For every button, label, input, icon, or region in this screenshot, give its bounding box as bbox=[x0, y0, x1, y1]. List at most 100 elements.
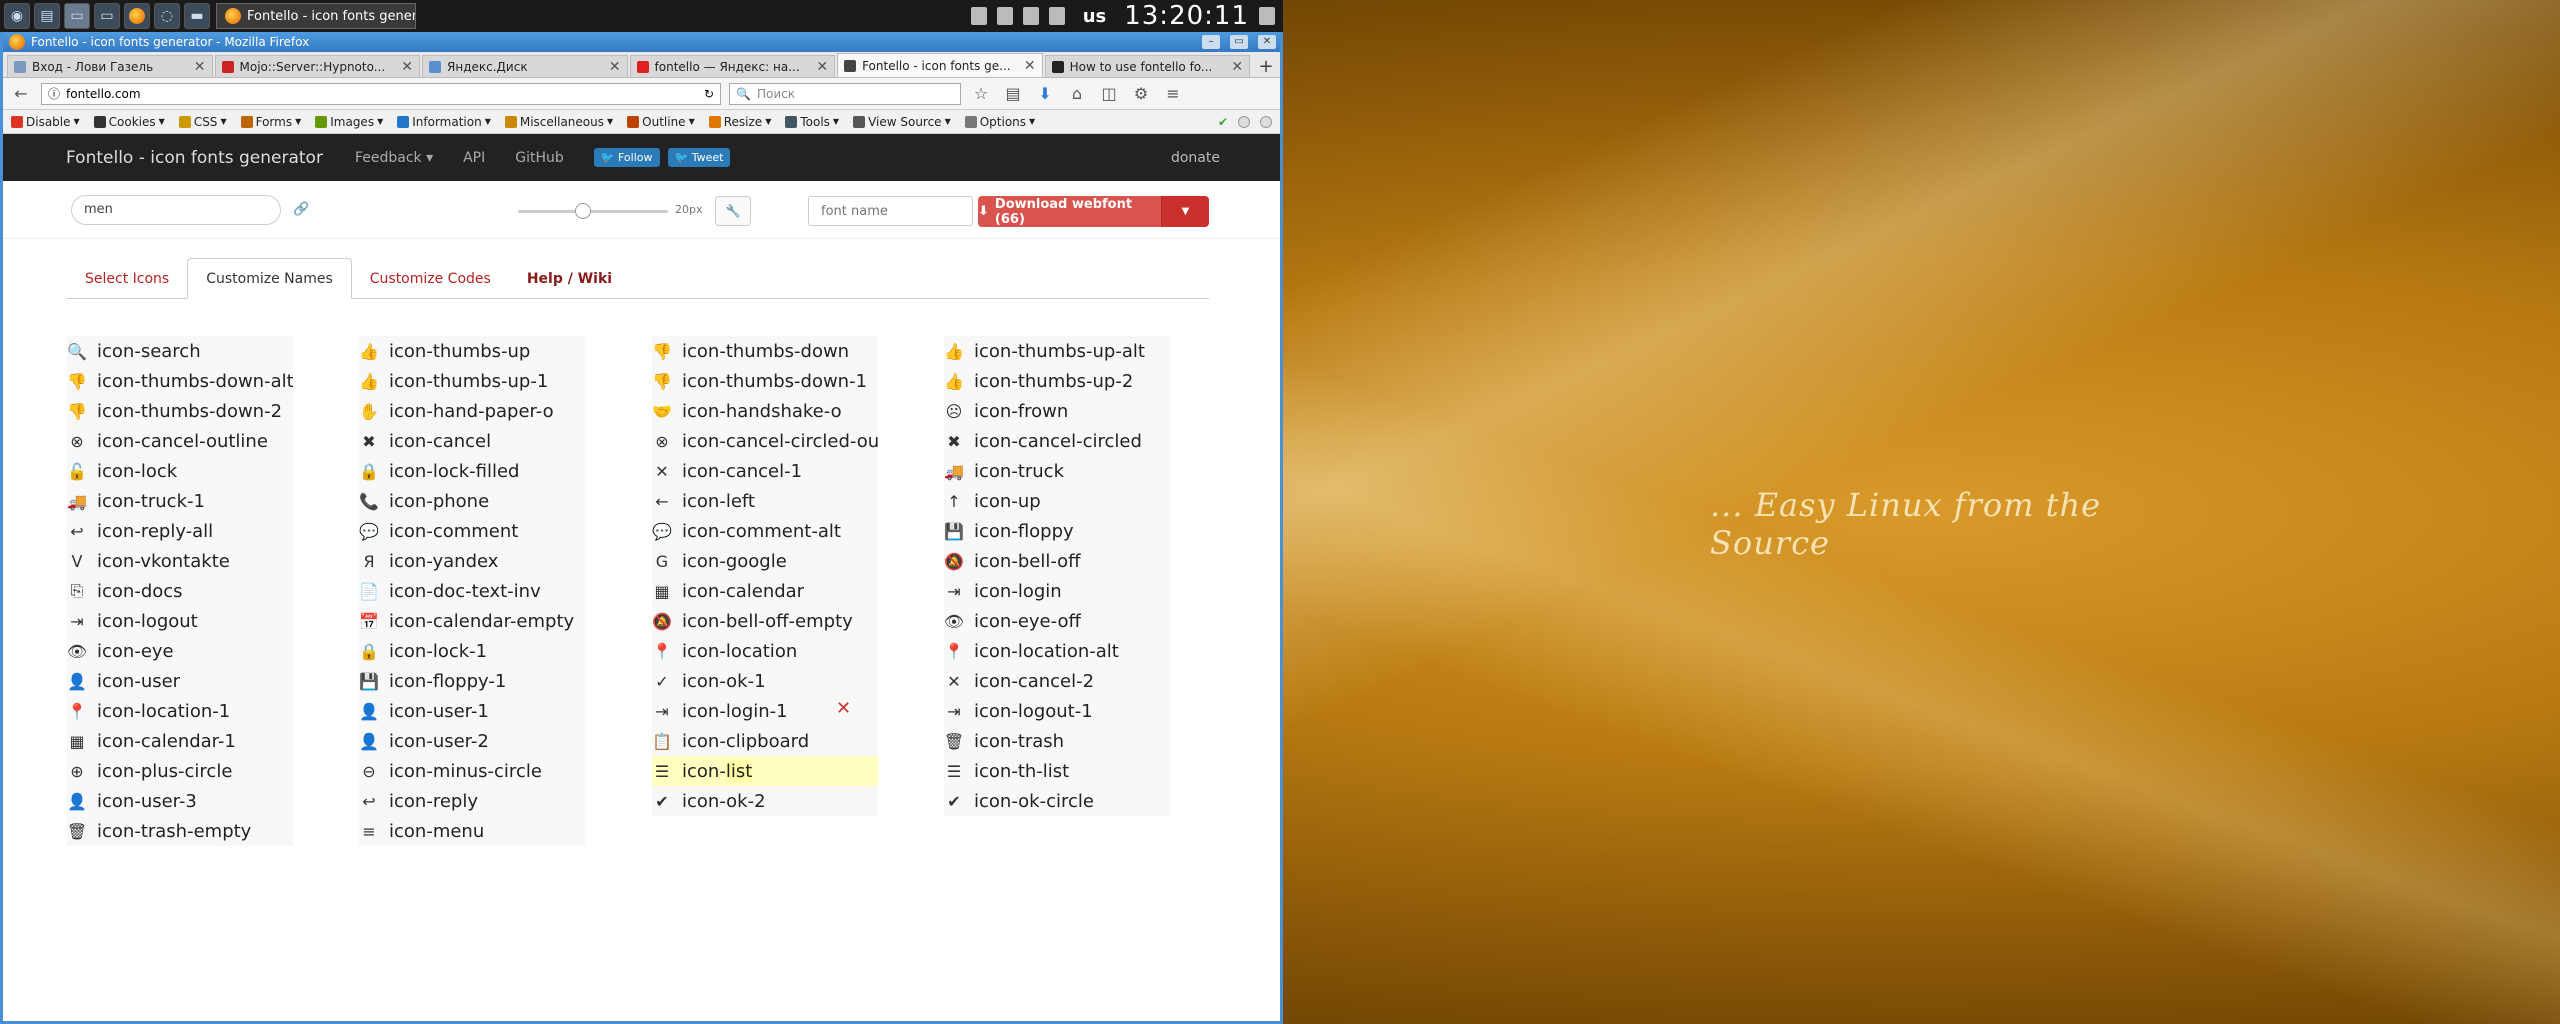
back-icon[interactable]: ← bbox=[9, 82, 33, 106]
addon-menu-disable[interactable]: Disable ▼ bbox=[11, 115, 80, 129]
new-tab-button[interactable]: + bbox=[1252, 55, 1280, 77]
icon-name-row[interactable]: 📅 icon-calendar-empty bbox=[359, 606, 585, 636]
size-slider[interactable] bbox=[518, 203, 668, 219]
icon-name-row[interactable]: ⊗ icon-cancel-circled-ou bbox=[652, 426, 878, 456]
icon-name-field[interactable]: icon-comment-alt bbox=[682, 521, 841, 542]
remove-icon-button[interactable]: ✕ bbox=[836, 698, 851, 719]
icon-name-row[interactable]: ✕ icon-cancel-1 bbox=[652, 456, 878, 486]
icon-name-row[interactable]: ✕ icon-cancel-2 bbox=[944, 666, 1170, 696]
icon-name-row[interactable]: ⊖ icon-minus-circle bbox=[359, 756, 585, 786]
file-manager-icon[interactable]: ▤ bbox=[34, 3, 60, 29]
icon-name-field[interactable]: icon-location-alt bbox=[974, 641, 1119, 662]
icon-name-row[interactable]: 💾 icon-floppy-1 bbox=[359, 666, 585, 696]
nav-api-link[interactable]: API bbox=[463, 150, 485, 166]
icon-name-row[interactable]: 👍 icon-thumbs-up-alt bbox=[944, 336, 1170, 366]
icon-name-field[interactable]: icon-trash-empty bbox=[97, 821, 251, 842]
icon-name-field[interactable]: icon-reply-all bbox=[97, 521, 213, 542]
icon-name-field[interactable]: icon-doc-text-inv bbox=[389, 581, 541, 602]
icon-name-field[interactable]: icon-vkontakte bbox=[97, 551, 230, 572]
addon-menu-forms[interactable]: Forms ▼ bbox=[240, 115, 301, 129]
addon-menu-tools[interactable]: Tools ▼ bbox=[785, 115, 839, 129]
icon-name-row[interactable]: ✔ icon-ok-circle bbox=[944, 786, 1170, 816]
icon-name-field[interactable]: icon-thumbs-down-2 bbox=[97, 401, 282, 422]
settings-wrench-button[interactable]: 🔧 bbox=[715, 196, 751, 226]
icon-name-field[interactable]: icon-thumbs-down-1 bbox=[682, 371, 867, 392]
icon-name-field[interactable]: icon-hand-paper-o bbox=[389, 401, 554, 422]
clipboard-icon[interactable] bbox=[1048, 7, 1065, 25]
icon-name-row[interactable]: ↑ icon-up bbox=[944, 486, 1170, 516]
icon-name-field[interactable]: icon-thumbs-up-2 bbox=[974, 371, 1133, 392]
icon-name-field[interactable]: icon-cancel bbox=[389, 431, 491, 452]
close-tab-icon[interactable]: ✕ bbox=[1231, 59, 1243, 75]
browser-tab[interactable]: Mojo::Server::Hypnoto... ✕ bbox=[214, 55, 421, 77]
icon-name-field[interactable]: icon-floppy bbox=[974, 521, 1074, 542]
icon-name-row[interactable]: 🔕 icon-bell-off bbox=[944, 546, 1170, 576]
workspace-1-button[interactable]: ▭ bbox=[64, 3, 90, 29]
workspace-2-button[interactable]: ▭ bbox=[94, 3, 120, 29]
icon-name-row[interactable]: 👎 icon-thumbs-down-1 bbox=[652, 366, 878, 396]
icon-name-field[interactable]: icon-plus-circle bbox=[97, 761, 232, 782]
browser-tab[interactable]: fontello — Яндекс: на... ✕ bbox=[629, 55, 836, 77]
icon-name-field[interactable]: icon-cancel-1 bbox=[682, 461, 802, 482]
close-window-button[interactable]: ✕ bbox=[1258, 35, 1276, 49]
icon-name-row[interactable]: 👎 icon-thumbs-down-alt bbox=[67, 366, 293, 396]
icon-name-field[interactable]: icon-calendar-empty bbox=[389, 611, 574, 632]
clock[interactable]: 13:20:11 bbox=[1124, 1, 1249, 31]
icon-name-field[interactable]: icon-user-2 bbox=[389, 731, 489, 752]
icon-name-field[interactable]: icon-cancel-outline bbox=[97, 431, 268, 452]
icon-name-field[interactable]: icon-thumbs-up-alt bbox=[974, 341, 1145, 362]
icon-name-row[interactable]: ← icon-left bbox=[652, 486, 878, 516]
icon-name-row[interactable]: ⊗ icon-cancel-outline bbox=[67, 426, 293, 456]
network-icon[interactable] bbox=[1022, 7, 1039, 25]
icon-name-field[interactable]: icon-trash bbox=[974, 731, 1064, 752]
url-bar[interactable]: ⓘ fontello.com ↻ bbox=[41, 82, 721, 105]
icon-name-row[interactable]: ☰ icon-list bbox=[652, 756, 878, 786]
icon-name-row[interactable]: ☰ icon-th-list bbox=[944, 756, 1170, 786]
status-dot-icon[interactable] bbox=[1260, 115, 1272, 128]
pocket-icon[interactable]: ◫ bbox=[1097, 82, 1121, 106]
icon-name-field[interactable]: icon-truck bbox=[974, 461, 1064, 482]
icon-name-field[interactable]: icon-thumbs-down-alt bbox=[97, 371, 293, 392]
icon-name-row[interactable]: Gicon-google bbox=[652, 546, 878, 576]
icon-name-row[interactable]: 🔒 icon-lock-filled bbox=[359, 456, 585, 486]
icon-name-row[interactable]: 🗑 icon-trash bbox=[944, 726, 1170, 756]
icon-name-field[interactable]: icon-calendar-1 bbox=[97, 731, 236, 752]
icon-name-field[interactable]: icon-lock-filled bbox=[389, 461, 519, 482]
icon-name-row[interactable]: 👎 icon-thumbs-down-2 bbox=[67, 396, 293, 426]
icon-name-row[interactable]: 🔍 icon-search bbox=[67, 336, 293, 366]
icon-name-field[interactable]: icon-eye-off bbox=[974, 611, 1081, 632]
icon-name-field[interactable]: icon-cancel-circled-ou bbox=[682, 431, 878, 452]
icon-name-row[interactable]: 🚚 icon-truck-1 bbox=[67, 486, 293, 516]
icon-name-row[interactable]: 👍 icon-thumbs-up bbox=[359, 336, 585, 366]
info-icon[interactable]: ⓘ bbox=[48, 85, 60, 102]
icon-name-field[interactable]: icon-minus-circle bbox=[389, 761, 542, 782]
icon-name-row[interactable]: 📍 icon-location bbox=[652, 636, 878, 666]
tab-customize-codes[interactable]: Customize Codes bbox=[352, 258, 509, 299]
icon-name-field[interactable]: icon-handshake-o bbox=[682, 401, 842, 422]
link-icon[interactable]: 🔗 bbox=[293, 202, 309, 217]
window-titlebar[interactable]: Fontello - icon fonts generator - Mozill… bbox=[3, 32, 1280, 52]
icon-name-row[interactable]: 🚚 icon-truck bbox=[944, 456, 1170, 486]
icon-name-row[interactable]: ✖ icon-cancel bbox=[359, 426, 585, 456]
show-desktop-icon[interactable]: ▬ bbox=[184, 3, 210, 29]
addon-menu-miscellaneous[interactable]: Miscellaneous ▼ bbox=[504, 115, 613, 129]
download-webfont-button[interactable]: ⬇ Download webfont (66) bbox=[978, 196, 1161, 227]
icon-name-row[interactable]: ✓ icon-ok-1 bbox=[652, 666, 878, 696]
icon-name-field[interactable]: icon-ok-1 bbox=[682, 671, 766, 692]
icon-name-row[interactable]: ✋ icon-hand-paper-o bbox=[359, 396, 585, 426]
icon-name-field[interactable]: icon-lock bbox=[97, 461, 177, 482]
icon-name-field[interactable]: icon-list bbox=[682, 760, 753, 782]
icon-name-field[interactable]: icon-bell-off bbox=[974, 551, 1081, 572]
icon-name-row[interactable]: 📋 icon-clipboard bbox=[652, 726, 878, 756]
tab-select-icons[interactable]: Select Icons bbox=[67, 258, 187, 299]
twitter-follow-button[interactable]: 🐦 Follow bbox=[593, 148, 660, 167]
reading-list-icon[interactable]: ▤ bbox=[1001, 82, 1025, 106]
icon-name-field[interactable]: icon-lock-1 bbox=[389, 641, 487, 662]
download-icon[interactable]: ⬇ bbox=[1033, 82, 1057, 106]
icon-name-row[interactable]: ⎘ icon-docs bbox=[67, 576, 293, 606]
icon-name-field[interactable]: icon-bell-off-empty bbox=[682, 611, 853, 632]
nav-github-link[interactable]: GitHub bbox=[515, 150, 564, 166]
font-name-input[interactable] bbox=[808, 196, 973, 226]
icon-name-row[interactable]: 📍 icon-location-1 bbox=[67, 696, 293, 726]
nav-feedback-link[interactable]: Feedback ▾ bbox=[355, 150, 433, 166]
